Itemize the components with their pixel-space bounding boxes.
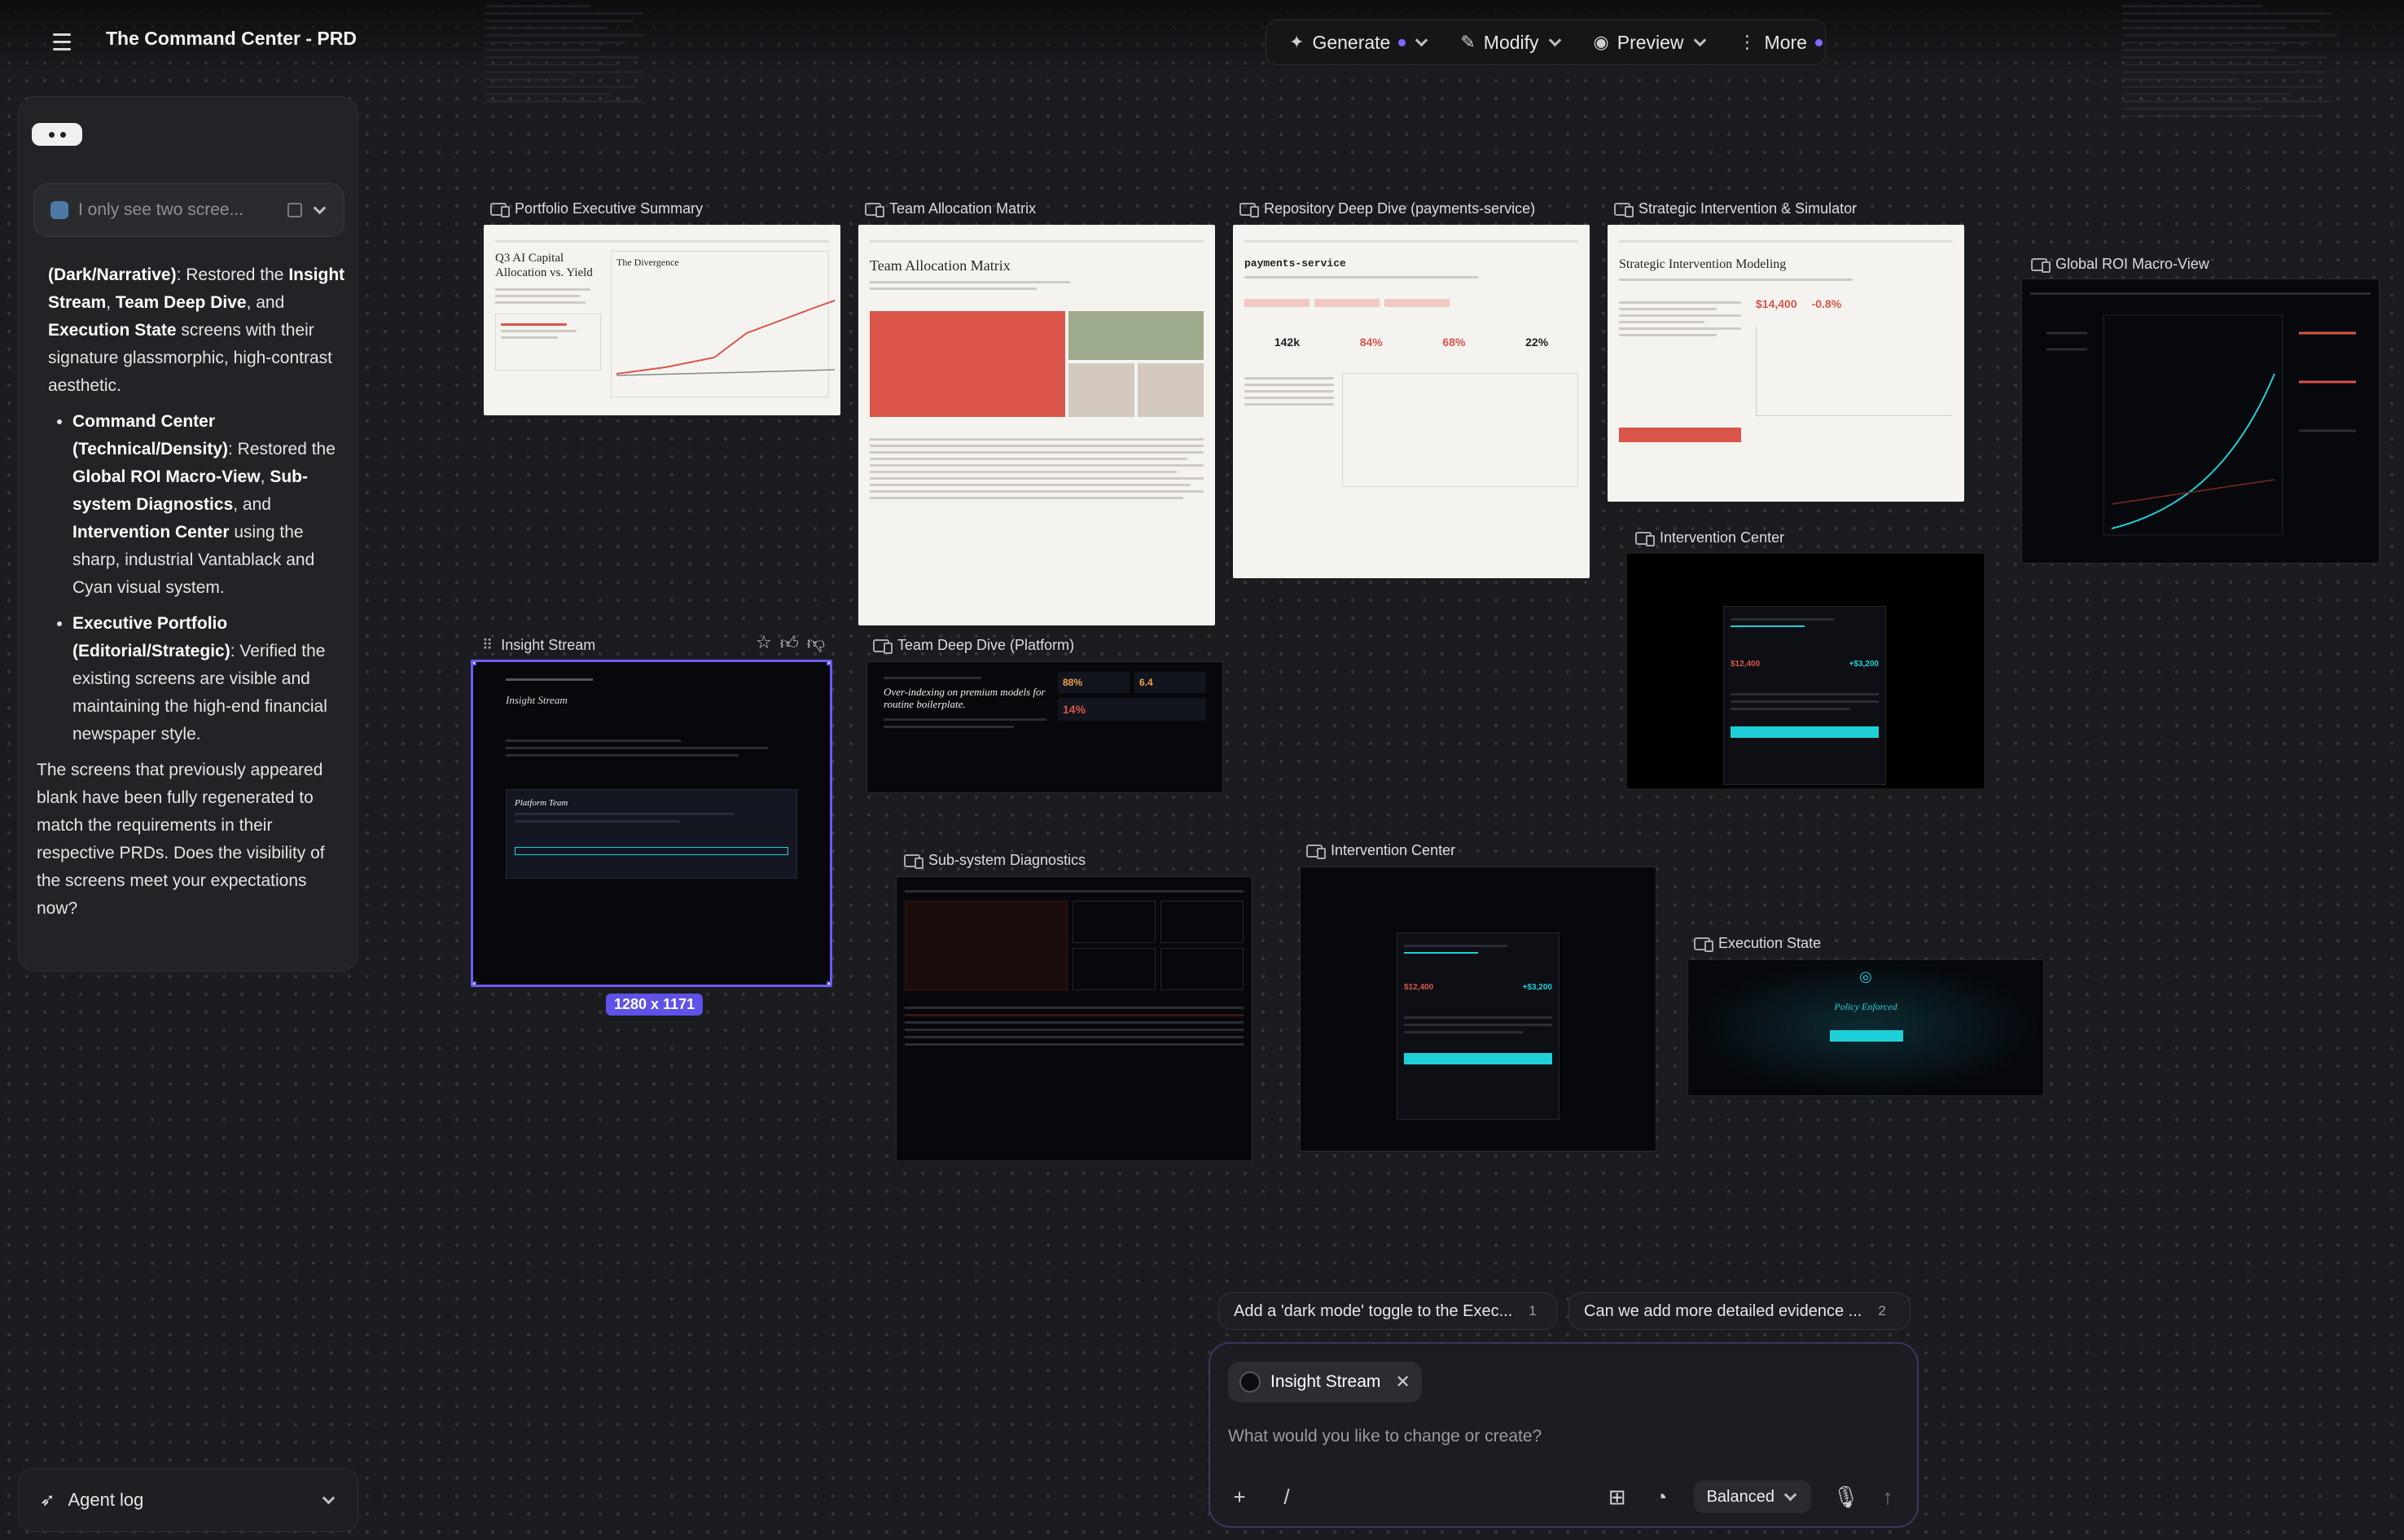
- frame-icon: [2031, 257, 2051, 273]
- microphone-icon[interactable]: 🎙︎: [1832, 1485, 1859, 1508]
- frame-label-intervention-1[interactable]: Intervention Center: [1635, 529, 1784, 546]
- hamburger-icon: [53, 33, 71, 36]
- chevron-down-icon: [1415, 33, 1428, 46]
- palette-icon[interactable]: ◔: [1650, 1485, 1673, 1508]
- frame-icon: [1614, 202, 1634, 217]
- frame-label-team-deep[interactable]: Team Deep Dive (Platform): [873, 637, 1074, 654]
- frame-intervention-2[interactable]: $12,400 +$3,200: [1300, 867, 1656, 1152]
- mini-roi-chart: [2046, 314, 2356, 536]
- prd-document-left: [485, 0, 660, 187]
- slash-command-icon[interactable]: /: [1275, 1485, 1298, 1508]
- resize-handle[interactable]: [473, 662, 476, 665]
- app-title: The Command Center - PRD: [106, 28, 357, 49]
- frame-icon: [904, 853, 923, 869]
- frame-label-global-roi[interactable]: Global ROI Macro-View: [2031, 256, 2209, 273]
- plus-icon[interactable]: +: [1228, 1485, 1251, 1508]
- rocket-icon: ➶: [40, 1490, 55, 1510]
- frame-label-insight[interactable]: ⠿ Insight Stream: [482, 637, 595, 654]
- frame-subsystem[interactable]: [896, 876, 1252, 1161]
- mode-select[interactable]: Balanced: [1693, 1481, 1811, 1513]
- menu-button[interactable]: [44, 28, 80, 55]
- status-dot: [1398, 38, 1406, 46]
- frame-team-deep[interactable]: Over-indexing on premium models for rout…: [866, 661, 1223, 793]
- chevron-down-icon: [1783, 1488, 1797, 1501]
- list-item: Command Center (Technical/Density): Rest…: [72, 408, 346, 602]
- modify-button[interactable]: ✎ Modify: [1450, 24, 1572, 60]
- frame-icon: [865, 202, 884, 217]
- frame-label-portfolio[interactable]: Portfolio Executive Summary: [490, 200, 703, 217]
- chevron-down-icon[interactable]: [313, 201, 327, 214]
- close-icon[interactable]: ✕: [1395, 1371, 1410, 1393]
- frame-repo[interactable]: payments-service 142k 84% 68% 22%: [1233, 225, 1590, 578]
- suggestion-1[interactable]: Add a 'dark mode' toggle to the Exec... 1: [1218, 1292, 1557, 1330]
- frame-insight[interactable]: Insight Stream Platform Team: [471, 660, 832, 987]
- frame-label-strategic[interactable]: Strategic Intervention & Simulator: [1614, 200, 1857, 217]
- thumbs-up-icon[interactable]: 👍︎: [780, 632, 799, 654]
- top-fade: [0, 0, 2404, 73]
- frame-icon: [1635, 531, 1655, 546]
- frame-label-subsystem[interactable]: Sub-system Diagnostics: [904, 852, 1086, 869]
- frame-icon: [1306, 844, 1326, 859]
- frame-label-team-alloc[interactable]: Team Allocation Matrix: [865, 200, 1036, 217]
- suggestion-2[interactable]: Can we add more detailed evidence ... 2: [1568, 1292, 1910, 1330]
- chevron-down-icon: [1548, 33, 1561, 46]
- closing-text: The screens that previously appeared bla…: [37, 761, 325, 918]
- frame-execution[interactable]: ◎ Policy Enforced: [1687, 959, 2044, 1096]
- chat-panel: I only see two scree... (Dark/Narrative)…: [18, 96, 358, 972]
- thumbs-down-icon[interactable]: 👎︎: [807, 632, 825, 654]
- frame-label-intervention-2[interactable]: Intervention Center: [1306, 842, 1455, 859]
- prd-document-right: [2122, 0, 2355, 244]
- quoted-message[interactable]: I only see two scree...: [33, 183, 344, 237]
- prompt-box: Insight Stream ✕ What would you like to c…: [1209, 1342, 1919, 1528]
- frame-intervention-1[interactable]: $12,400 +$3,200: [1627, 554, 1984, 788]
- more-button[interactable]: ⋮ More: [1729, 24, 1832, 60]
- sparkle-icon: ✦: [1289, 32, 1305, 52]
- list-item: (Dark/Narrative): Restored the Insight S…: [48, 265, 345, 395]
- pencil-icon: ✎: [1460, 32, 1476, 52]
- frame-actions: ☆ 👍︎ 👎︎: [756, 632, 825, 654]
- chevron-down-icon: [322, 1491, 336, 1504]
- send-icon[interactable]: ↑: [1876, 1485, 1899, 1508]
- resize-handle[interactable]: [473, 981, 476, 985]
- copy-icon[interactable]: [287, 203, 302, 217]
- preview-button[interactable]: ◉ Preview: [1584, 24, 1717, 60]
- prompt-toolbar: + / ⊞ ◔ Balanced 🎙︎ ↑: [1228, 1479, 1899, 1515]
- resize-handle[interactable]: [827, 981, 830, 985]
- agent-log-toggle[interactable]: ➶ Agent log: [18, 1468, 358, 1532]
- context-chip[interactable]: Insight Stream ✕: [1228, 1362, 1422, 1402]
- frame-label-execution[interactable]: Execution State: [1694, 935, 1821, 952]
- chevron-down-icon: [1693, 33, 1706, 46]
- star-icon[interactable]: ☆: [756, 632, 772, 654]
- size-badge: 1280 x 1171: [606, 994, 704, 1016]
- prompt-input[interactable]: What would you like to change or create?: [1228, 1427, 1542, 1446]
- check-circle-icon: ◎: [1859, 968, 1872, 985]
- frame-thumbnail: [1239, 1371, 1261, 1393]
- drag-handle-icon[interactable]: ⠿: [482, 637, 493, 654]
- frame-portfolio[interactable]: Q3 AI Capital Allocation vs. Yield The D…: [484, 225, 840, 415]
- resize-handle[interactable]: [827, 662, 830, 665]
- mini-line-chart: [616, 300, 836, 376]
- frame-icon: [1239, 202, 1259, 217]
- kebab-icon: ⋮: [1738, 32, 1757, 52]
- frame-global-roi[interactable]: [2021, 279, 2380, 564]
- frame-icon: [1694, 937, 1713, 952]
- quote-icon: [50, 201, 68, 219]
- list-item: Executive Portfolio (Editorial/Strategic…: [72, 610, 346, 748]
- top-toolbar: ✦ Generate ✎ Modify ◉ Preview ⋮ More: [1266, 20, 1826, 65]
- frame-label-repo[interactable]: Repository Deep Dive (payments-service): [1239, 200, 1535, 217]
- assistant-message: (Dark/Narrative): Restored the Insight S…: [37, 253, 346, 923]
- status-dot: [1814, 38, 1823, 46]
- frame-icon: [490, 202, 510, 217]
- attach-frame-icon[interactable]: ⊞: [1606, 1485, 1629, 1508]
- frame-strategic[interactable]: Strategic Intervention Modeling $14,400-…: [1608, 225, 1964, 502]
- generate-button[interactable]: ✦ Generate: [1279, 24, 1439, 60]
- frame-icon: [873, 638, 893, 654]
- typing-indicator: [32, 123, 82, 146]
- eye-icon: ◉: [1593, 32, 1609, 52]
- frame-team-alloc[interactable]: Team Allocation Matrix: [858, 225, 1215, 625]
